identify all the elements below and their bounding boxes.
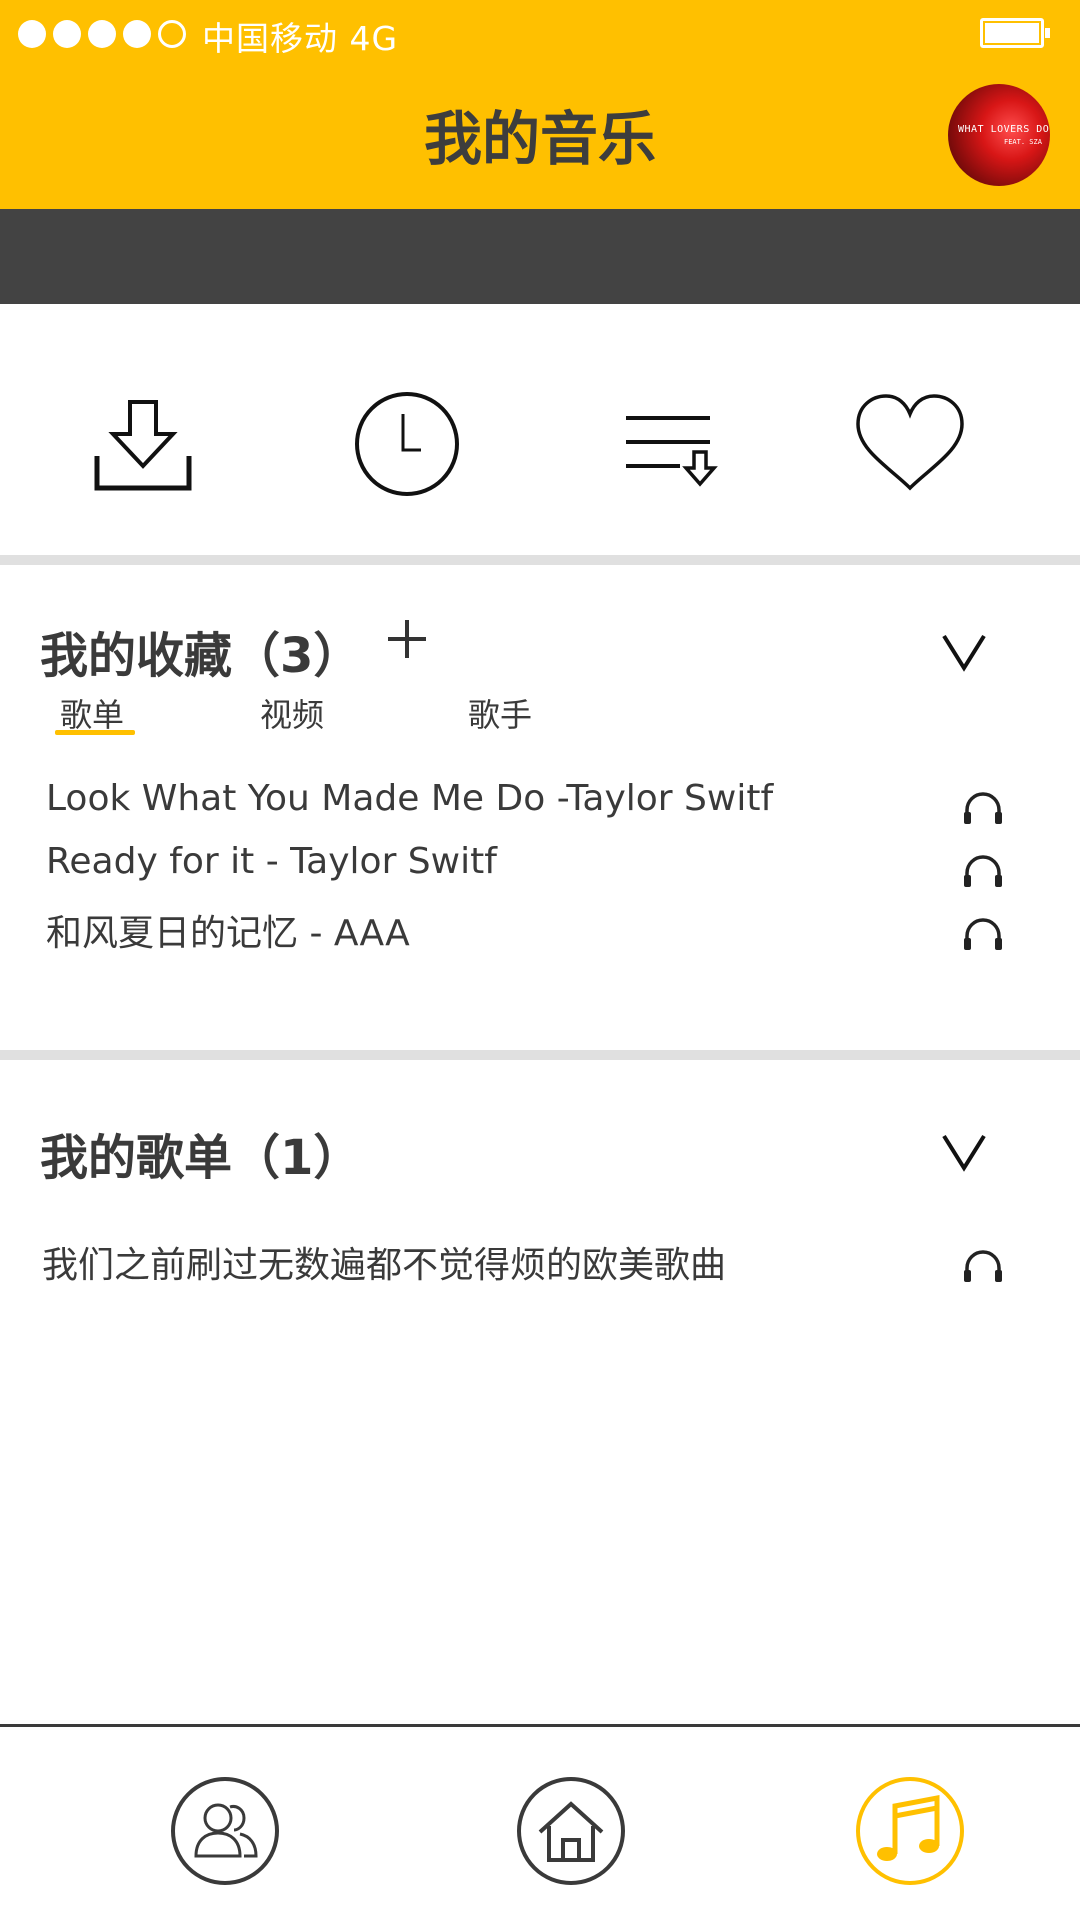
album-art-subtext: FEAT. SZA <box>1004 138 1042 146</box>
listen-button[interactable] <box>962 914 1004 954</box>
headphones-icon <box>964 792 1002 824</box>
playlists-title: 我的歌单（1） <box>40 1130 362 1186</box>
headphones-icon <box>964 918 1002 950</box>
history-button[interactable] <box>347 384 467 504</box>
chevron-down-icon <box>942 1134 986 1172</box>
app-header: 中国移动 4G 我的音乐 WHAT LOVERS DO FEAT. SZA <box>0 0 1080 209</box>
signal-dot <box>88 20 116 48</box>
battery-tip <box>1045 28 1050 38</box>
signal-dot <box>53 20 81 48</box>
plus-icon <box>388 620 426 658</box>
nav-home-button[interactable] <box>516 1776 626 1886</box>
song-row[interactable]: Look What You Made Me Do -Taylor Switf <box>0 778 1080 838</box>
nav-friends-button[interactable] <box>170 1776 280 1886</box>
listen-button[interactable] <box>962 1246 1004 1286</box>
tab-artists[interactable]: 歌手 <box>468 690 532 736</box>
quick-actions <box>0 304 1080 555</box>
favorites-expand-button[interactable] <box>936 630 992 674</box>
tab-videos[interactable]: 视频 <box>260 690 324 736</box>
clock-icon <box>355 392 459 496</box>
album-art-avatar[interactable]: WHAT LOVERS DO FEAT. SZA <box>948 84 1050 186</box>
download-button[interactable] <box>83 384 203 504</box>
playlist-download-button[interactable] <box>610 384 730 504</box>
battery-icon <box>980 18 1050 48</box>
playlist-title: 我们之前刷过无数遍都不觉得烦的欧美歌曲 <box>42 1245 727 1286</box>
headphones-icon <box>964 1250 1002 1282</box>
listen-button[interactable] <box>962 788 1004 828</box>
home-icon <box>517 1777 625 1885</box>
favorites-tabs: 歌单 视频 歌手 <box>0 690 1080 750</box>
signal-dot <box>123 20 151 48</box>
heart-icon <box>856 394 964 491</box>
song-row[interactable]: Ready for it - Taylor Switf <box>0 841 1080 901</box>
section-divider <box>0 555 1080 565</box>
listen-button[interactable] <box>962 851 1004 891</box>
section-divider <box>0 1050 1080 1060</box>
active-tab-indicator <box>55 730 135 735</box>
playlists-expand-button[interactable] <box>936 1130 992 1174</box>
bottom-nav <box>0 1724 1080 1920</box>
download-icon <box>94 400 192 491</box>
song-row[interactable]: 和风夏日的记忆 - AAA <box>0 904 1080 964</box>
favorite-button[interactable] <box>850 384 970 504</box>
headphones-icon <box>964 855 1002 887</box>
status-bar: 中国移动 4G <box>0 0 1080 64</box>
carrier-label: 中国移动 4G <box>202 19 399 58</box>
chevron-down-icon <box>942 634 986 672</box>
battery-level <box>985 23 1039 43</box>
signal-dot <box>18 20 46 48</box>
friends-icon <box>171 1777 279 1885</box>
song-title: Look What You Made Me Do -Taylor Switf <box>46 778 774 819</box>
nav-music-button[interactable] <box>855 1776 965 1886</box>
signal-strength-icon <box>18 20 186 48</box>
signal-dot <box>158 20 186 48</box>
music-note-icon <box>856 1777 964 1885</box>
song-title: Ready for it - Taylor Switf <box>46 841 497 882</box>
add-favorite-button[interactable] <box>382 614 432 664</box>
playlist-download-icon <box>626 416 718 487</box>
favorites-title: 我的收藏（3） <box>40 628 362 684</box>
banner-band <box>0 209 1080 304</box>
song-title: 和风夏日的记忆 - AAA <box>46 913 410 954</box>
page-title: 我的音乐 <box>423 105 656 173</box>
playlist-row[interactable]: 我们之前刷过无数遍都不觉得烦的欧美歌曲 <box>0 1236 1080 1296</box>
album-art-text: WHAT LOVERS DO <box>958 124 1050 135</box>
